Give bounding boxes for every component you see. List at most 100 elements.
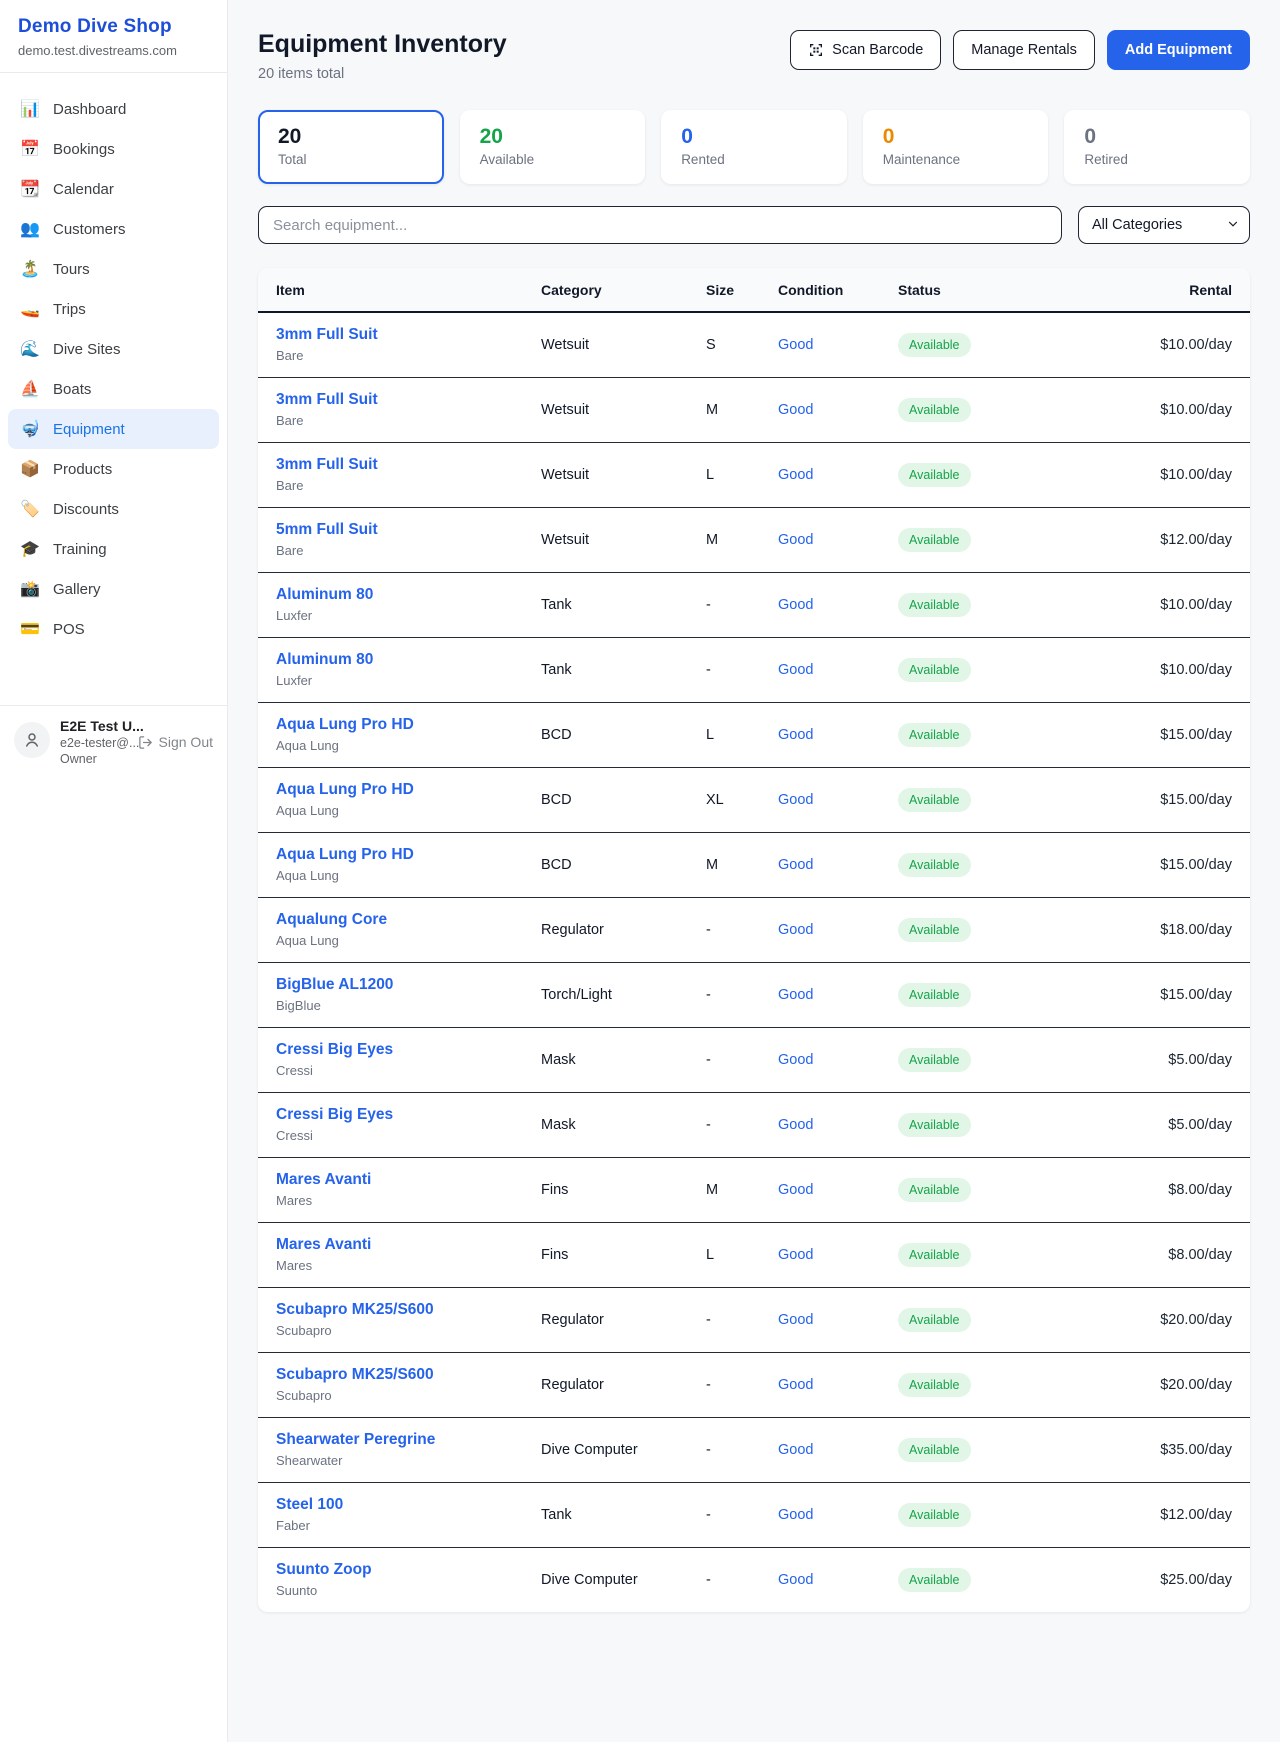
stat-card-maintenance[interactable]: 0 Maintenance — [863, 110, 1049, 184]
sidebar-item-pos[interactable]: 💳 POS — [8, 609, 219, 649]
condition-link[interactable]: Good — [778, 1507, 813, 1523]
item-brand: Aqua Lung — [276, 738, 507, 753]
table-header-row: Item Category Size Condition Status Rent… — [258, 268, 1250, 312]
rental-price: $12.00/day — [1020, 1483, 1250, 1548]
item-size: - — [688, 1288, 760, 1353]
item-name-link[interactable]: Aluminum 80 — [276, 586, 373, 604]
sidebar-item-dive-sites[interactable]: 🌊 Dive Sites — [8, 329, 219, 369]
sidebar-item-equipment[interactable]: 🤿 Equipment — [8, 409, 219, 449]
condition-link[interactable]: Good — [778, 1572, 813, 1588]
stat-card-total[interactable]: 20 Total — [258, 110, 444, 184]
item-name-link[interactable]: Aqualung Core — [276, 911, 387, 929]
sidebar-item-gallery[interactable]: 📸 Gallery — [8, 569, 219, 609]
item-name-link[interactable]: Shearwater Peregrine — [276, 1431, 435, 1449]
rental-price: $5.00/day — [1020, 1028, 1250, 1093]
item-category: Mask — [523, 1028, 688, 1093]
condition-link[interactable]: Good — [778, 1247, 813, 1263]
item-category: Wetsuit — [523, 378, 688, 443]
stat-card-rented[interactable]: 0 Rented — [661, 110, 847, 184]
condition-link[interactable]: Good — [778, 857, 813, 873]
stat-value: 0 — [1084, 125, 1230, 149]
item-name-link[interactable]: 5mm Full Suit — [276, 521, 378, 539]
status-badge: Available — [898, 593, 971, 617]
item-size: - — [688, 1093, 760, 1158]
sidebar-item-discounts[interactable]: 🏷️ Discounts — [8, 489, 219, 529]
item-name-link[interactable]: Aqua Lung Pro HD — [276, 781, 414, 799]
nav-icon: 🌊 — [20, 339, 40, 359]
condition-link[interactable]: Good — [778, 987, 813, 1003]
condition-link[interactable]: Good — [778, 337, 813, 353]
condition-link[interactable]: Good — [778, 662, 813, 678]
condition-link[interactable]: Good — [778, 1117, 813, 1133]
table-row: Aqualung Core Aqua Lung Regulator - Good… — [258, 898, 1250, 963]
condition-link[interactable]: Good — [778, 1377, 813, 1393]
manage-rentals-button[interactable]: Manage Rentals — [953, 30, 1095, 70]
status-badge: Available — [898, 658, 971, 682]
sidebar: Demo Dive Shop demo.test.divestreams.com… — [0, 0, 228, 1742]
add-equipment-button[interactable]: Add Equipment — [1107, 30, 1250, 70]
brand-name[interactable]: Demo Dive Shop — [18, 16, 209, 38]
item-name-link[interactable]: Cressi Big Eyes — [276, 1041, 393, 1059]
item-name-link[interactable]: 3mm Full Suit — [276, 456, 378, 474]
search-input[interactable] — [258, 206, 1062, 244]
condition-link[interactable]: Good — [778, 922, 813, 938]
sidebar-item-bookings[interactable]: 📅 Bookings — [8, 129, 219, 169]
sidebar-item-customers[interactable]: 👥 Customers — [8, 209, 219, 249]
brand-block: Demo Dive Shop demo.test.divestreams.com — [0, 0, 227, 73]
status-badge: Available — [898, 983, 971, 1007]
rental-price: $8.00/day — [1020, 1223, 1250, 1288]
item-name-link[interactable]: Suunto Zoop — [276, 1561, 372, 1579]
sidebar-item-training[interactable]: 🎓 Training — [8, 529, 219, 569]
nav-icon: ⛵ — [20, 379, 40, 399]
stat-card-retired[interactable]: 0 Retired — [1064, 110, 1250, 184]
item-name-link[interactable]: Mares Avanti — [276, 1236, 371, 1254]
condition-link[interactable]: Good — [778, 467, 813, 483]
table-row: Aluminum 80 Luxfer Tank - Good Available… — [258, 573, 1250, 638]
item-name-link[interactable]: BigBlue AL1200 — [276, 976, 393, 994]
condition-link[interactable]: Good — [778, 532, 813, 548]
condition-link[interactable]: Good — [778, 1442, 813, 1458]
item-name-link[interactable]: Aluminum 80 — [276, 651, 373, 669]
stat-value: 0 — [883, 125, 1029, 149]
stat-card-available[interactable]: 20 Available — [460, 110, 646, 184]
filter-bar: All Categories — [258, 206, 1250, 244]
sidebar-item-calendar[interactable]: 📆 Calendar — [8, 169, 219, 209]
sign-out-button[interactable]: Sign Out — [138, 734, 213, 750]
sidebar-item-tours[interactable]: 🏝️ Tours — [8, 249, 219, 289]
status-badge: Available — [898, 1503, 971, 1527]
condition-link[interactable]: Good — [778, 402, 813, 418]
category-select[interactable]: All Categories — [1078, 206, 1250, 244]
item-name-link[interactable]: Aqua Lung Pro HD — [276, 716, 414, 734]
barcode-scan-icon — [808, 42, 824, 58]
condition-link[interactable]: Good — [778, 1312, 813, 1328]
col-header-condition: Condition — [760, 268, 880, 312]
item-category: Dive Computer — [523, 1548, 688, 1613]
sidebar-item-label: Bookings — [53, 141, 115, 158]
condition-link[interactable]: Good — [778, 1052, 813, 1068]
condition-link[interactable]: Good — [778, 597, 813, 613]
scan-barcode-button[interactable]: Scan Barcode — [790, 30, 941, 70]
sidebar-item-products[interactable]: 📦 Products — [8, 449, 219, 489]
item-name-link[interactable]: Cressi Big Eyes — [276, 1106, 393, 1124]
item-name-link[interactable]: Mares Avanti — [276, 1171, 371, 1189]
item-name-link[interactable]: 3mm Full Suit — [276, 326, 378, 344]
sidebar-item-boats[interactable]: ⛵ Boats — [8, 369, 219, 409]
item-name-link[interactable]: Steel 100 — [276, 1496, 343, 1514]
item-brand: Bare — [276, 478, 507, 493]
sidebar-item-trips[interactable]: 🚤 Trips — [8, 289, 219, 329]
item-category: Mask — [523, 1093, 688, 1158]
item-name-link[interactable]: Aqua Lung Pro HD — [276, 846, 414, 864]
stat-label: Available — [480, 152, 626, 167]
item-name-link[interactable]: 3mm Full Suit — [276, 391, 378, 409]
sidebar-item-dashboard[interactable]: 📊 Dashboard — [8, 89, 219, 129]
condition-link[interactable]: Good — [778, 727, 813, 743]
item-category: Fins — [523, 1158, 688, 1223]
item-category: Dive Computer — [523, 1418, 688, 1483]
item-size: - — [688, 1353, 760, 1418]
item-name-link[interactable]: Scubapro MK25/S600 — [276, 1366, 434, 1384]
condition-link[interactable]: Good — [778, 1182, 813, 1198]
item-name-link[interactable]: Scubapro MK25/S600 — [276, 1301, 434, 1319]
condition-link[interactable]: Good — [778, 792, 813, 808]
person-icon — [23, 731, 41, 749]
rental-price: $35.00/day — [1020, 1418, 1250, 1483]
